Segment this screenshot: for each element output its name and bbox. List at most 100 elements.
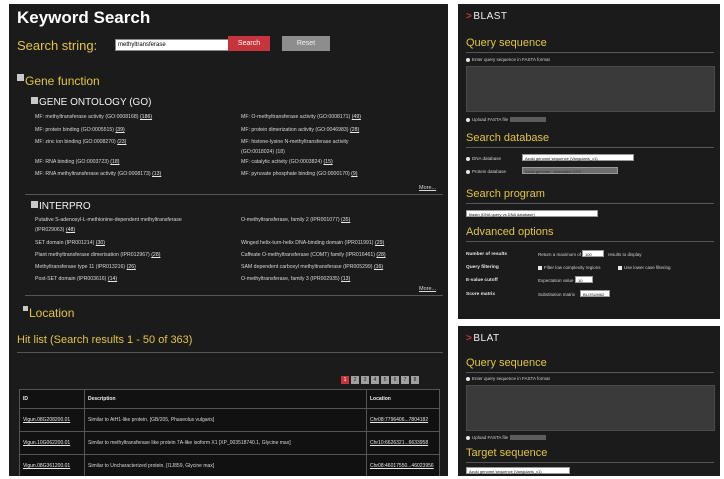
go-term-count[interactable]: (28) xyxy=(350,127,359,133)
interpro-term[interactable]: Methyltransferase type 11 (IPR013216) (2… xyxy=(35,264,136,270)
query-sequence-textarea[interactable] xyxy=(466,385,715,431)
target-sequence-select[interactable]: Azuki genome sequence (Vangularis_v1) xyxy=(466,467,570,474)
go-term[interactable]: MF: methyltransferase activity (GO:00081… xyxy=(35,114,152,120)
enter-query-option[interactable]: Enter query sequence in FASTA format xyxy=(466,57,550,62)
interpro-term[interactable]: SAM dependent carboxyl methyltransferase… xyxy=(241,264,383,270)
interpro-term-count[interactable]: (28) xyxy=(376,252,385,258)
interpro-more-link[interactable]: More... xyxy=(419,286,436,292)
gene-function-header[interactable]: Gene function xyxy=(17,74,100,88)
upload-fasta-option[interactable]: Upload FASTA file xyxy=(466,117,547,123)
page-button[interactable]: 5 xyxy=(381,376,389,384)
go-term[interactable]: MF: catalytic activity (GO:0003824) (15) xyxy=(241,159,333,165)
filter-low-complexity-option[interactable]: Filter low complexity regions xyxy=(538,265,601,270)
file-input[interactable] xyxy=(510,117,547,123)
go-term-count[interactable]: (9) xyxy=(351,171,357,177)
reset-button[interactable]: Reset xyxy=(282,36,330,51)
interpro-term-count[interactable]: (48) xyxy=(66,227,75,233)
protein-database-select[interactable]: Azuki genome - translated CDS xyxy=(522,167,618,174)
gene-id-cell[interactable]: Vigun.08G361200.01 xyxy=(19,454,85,476)
query-sequence-textarea[interactable] xyxy=(466,66,715,112)
enter-query-label: Enter query sequence in FASTA format xyxy=(472,57,550,62)
evalue-select[interactable]: 10 xyxy=(575,276,593,283)
score-matrix-prefix: Substitution matrix xyxy=(538,292,576,297)
radio-selected-icon[interactable] xyxy=(466,57,470,62)
go-term[interactable]: MF: RNA methyltransferase activity (GO:0… xyxy=(35,171,161,177)
go-term[interactable]: MF: RNA binding (GO:0003723) (18) xyxy=(35,159,120,165)
go-term-count[interactable]: (13) xyxy=(152,171,161,177)
go-term-count[interactable]: (23) xyxy=(117,139,126,145)
go-term-count[interactable]: (15) xyxy=(323,159,332,165)
interpro-term[interactable]: Plant methyltransferase dimerisation (IP… xyxy=(35,252,160,258)
gene-id-cell[interactable]: Vigun.10G062200.01 xyxy=(19,431,85,455)
go-term[interactable]: MF: zinc ion binding (GO:0008270) (23) xyxy=(35,139,126,145)
radio-icon[interactable] xyxy=(466,435,470,440)
radio-selected-icon[interactable] xyxy=(466,156,470,161)
interpro-term[interactable]: Caffeate O-methyltransferase (COMT) fami… xyxy=(241,252,386,258)
radio-selected-icon[interactable] xyxy=(466,376,470,381)
interpro-term[interactable]: Winged helix-turn-helix DNA-binding doma… xyxy=(241,240,384,246)
page-button[interactable]: 3 xyxy=(361,376,369,384)
interpro-term[interactable]: O-methyltransferase, family 3 (IPR002935… xyxy=(241,276,350,282)
radio-icon[interactable] xyxy=(466,169,470,174)
dna-database-option[interactable]: DNA database xyxy=(466,156,501,161)
interpro-term-count[interactable]: (13) xyxy=(341,276,350,282)
gene-id-link[interactable]: Vigun.10G062200.01 xyxy=(23,440,70,446)
checkbox-icon[interactable] xyxy=(618,265,622,270)
radio-icon[interactable] xyxy=(466,117,470,122)
interpro-term-count[interactable]: (35) xyxy=(341,217,350,223)
go-term[interactable]: MF: histone-lysine N-methyltransferase a… xyxy=(241,139,349,145)
go-term[interactable]: MF: protein dimerization activity (GO:00… xyxy=(241,127,359,133)
location-link[interactable]: Chr08:7796406...7804182 xyxy=(370,417,428,423)
num-results-select[interactable]: 100 xyxy=(582,250,604,257)
dna-database-label: DNA database xyxy=(472,156,502,161)
interpro-header[interactable]: INTERPRO xyxy=(31,201,91,212)
interpro-term[interactable]: Putative S-adenosyl-L-methionine-depende… xyxy=(35,217,182,223)
page-button[interactable]: 6 xyxy=(391,376,399,384)
file-input[interactable] xyxy=(510,435,547,441)
protein-database-option[interactable]: Protein database xyxy=(466,169,506,174)
interpro-term-count[interactable]: (14) xyxy=(108,276,117,282)
go-term-count[interactable]: (39) xyxy=(115,127,124,133)
location-cell[interactable]: Chr08:46017550...46023956 xyxy=(366,454,440,476)
interpro-term-count[interactable]: (30) xyxy=(96,240,105,246)
gene-id-cell[interactable]: Vigun.08G208200.01 xyxy=(19,408,85,432)
enter-query-option[interactable]: Enter query sequence in FASTA format xyxy=(466,376,550,381)
interpro-term-count[interactable]: (29) xyxy=(375,240,384,246)
go-more-link[interactable]: More... xyxy=(419,185,436,191)
page-button[interactable]: 1 xyxy=(341,376,349,384)
lower-case-filter-option[interactable]: Use lower case filtering xyxy=(618,265,671,270)
upload-fasta-option[interactable]: Upload FASTA file xyxy=(466,435,547,441)
search-button[interactable]: Search xyxy=(228,36,270,51)
location-cell[interactable]: Chr08:7796406...7804182 xyxy=(366,408,440,432)
go-term-count[interactable]: (186) xyxy=(140,114,152,120)
go-term[interactable]: MF: pyruvate phosphate binding (GO:00001… xyxy=(241,171,358,177)
checkbox-checked-icon[interactable] xyxy=(538,265,542,270)
page-button[interactable]: 8 xyxy=(411,376,419,384)
go-term-count[interactable]: (18) xyxy=(110,159,119,165)
location-header[interactable]: Location xyxy=(23,306,74,320)
location-link[interactable]: Chr08:46017550...46023956 xyxy=(370,463,434,469)
location-cell[interactable]: Chr10:6626321...6633958 xyxy=(366,431,440,455)
location-link[interactable]: Chr10:6626321...6633958 xyxy=(370,440,428,446)
go-term[interactable]: MF: O-methyltransferase activity (GO:000… xyxy=(241,114,361,120)
go-term-count[interactable]: (49) xyxy=(352,114,361,120)
go-header[interactable]: GENE ONTOLOGY (GO) xyxy=(31,97,151,108)
gene-id-link[interactable]: Vigun.08G361200.01 xyxy=(23,463,70,469)
interpro-term-count[interactable]: (16) xyxy=(374,264,383,270)
interpro-term-cont[interactable]: (IPR029063) (48) xyxy=(35,227,75,233)
target-sequence-title: Target sequence xyxy=(466,447,548,459)
page-button[interactable]: 7 xyxy=(401,376,409,384)
interpro-term[interactable]: Post-SET domain (IPR003616) (14) xyxy=(35,276,117,282)
search-input[interactable]: methyltransferase xyxy=(115,39,233,51)
go-term[interactable]: MF: protein binding (GO:0005515) (39) xyxy=(35,127,125,133)
search-program-select[interactable]: blastn (DNA query vs DNA database) xyxy=(466,210,598,217)
interpro-term-count[interactable]: (26) xyxy=(127,264,136,270)
interpro-term-count[interactable]: (28) xyxy=(151,252,160,258)
dna-database-select[interactable]: Azuki genome sequence (Vangularis_v1) xyxy=(522,154,634,161)
page-button[interactable]: 4 xyxy=(371,376,379,384)
interpro-term[interactable]: SET domain (IPR001214) (30) xyxy=(35,240,105,246)
page-button[interactable]: 2 xyxy=(351,376,359,384)
gene-id-link[interactable]: Vigun.08G208200.01 xyxy=(23,417,70,423)
score-matrix-select[interactable]: BLOSUM62 xyxy=(580,290,610,297)
interpro-term[interactable]: O-methyltransferase, family 2 (IPR001077… xyxy=(241,217,350,223)
